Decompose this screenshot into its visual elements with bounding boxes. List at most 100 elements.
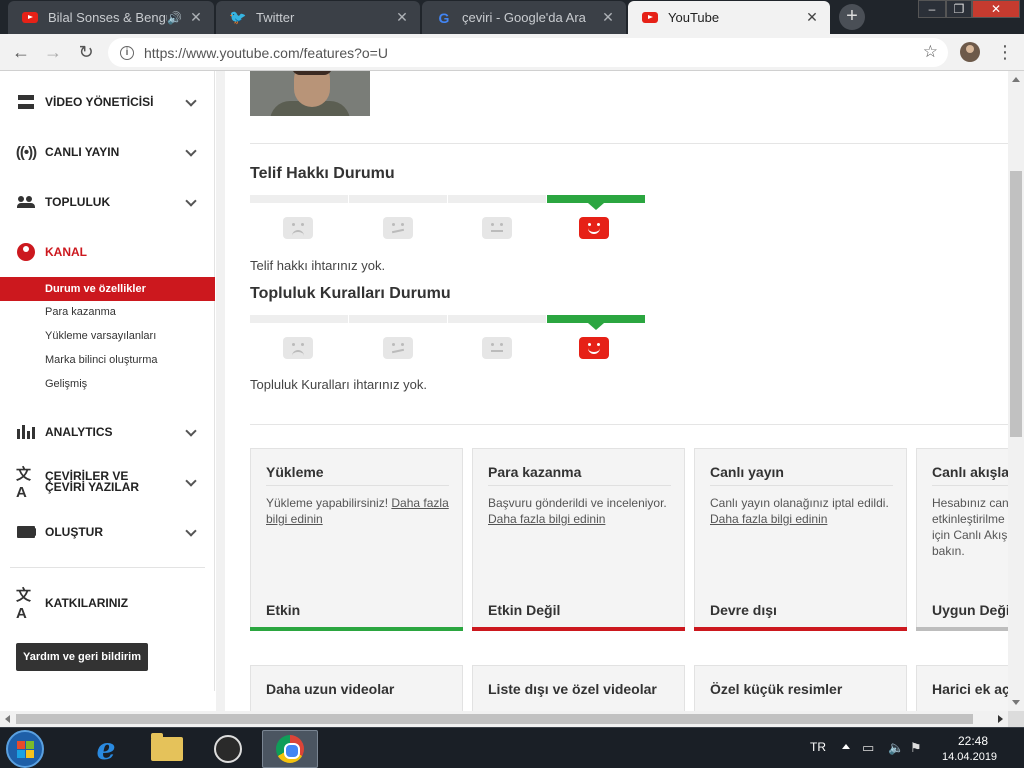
scrollbar-corner — [1008, 711, 1024, 727]
card-title: Liste dışı ve özel videolar — [488, 681, 657, 697]
close-tab-icon[interactable]: ✕ — [394, 9, 410, 26]
status-panel: Telif Hakkı Durumu Telif hakkı ihtarınız… — [225, 71, 1008, 711]
card-status: Etkin — [266, 602, 301, 618]
scroll-thumb[interactable] — [16, 714, 973, 724]
happy-face-icon — [579, 337, 609, 359]
feature-card-custom-thumbnails: Özel küçük resimler — [694, 665, 907, 711]
sidebar-item-analytics[interactable]: ANALYTICS — [0, 412, 215, 452]
scroll-up-icon[interactable] — [1012, 77, 1020, 82]
tab-youtube[interactable]: YouTube ✕ — [628, 1, 830, 34]
tab-title: Twitter — [256, 10, 295, 25]
sidebar-item-translations[interactable]: 文A ÇEVİRİLER VE ÇEVİRİ YAZILAR — [0, 462, 215, 502]
speaker-icon[interactable]: 🔊 — [167, 11, 182, 25]
neutral-face-icon — [383, 337, 413, 359]
learn-more-link[interactable]: Daha fazla bilgi edinin — [488, 512, 605, 526]
sidebar-item-label: OLUŞTUR — [45, 524, 103, 539]
profile-avatar[interactable] — [960, 42, 980, 62]
browser-tab-strip: Bilal Sonses & Bengü 🔊 ✕ 🐦 Twitter ✕ G ç… — [0, 0, 1024, 34]
scroll-right-icon[interactable] — [998, 715, 1003, 723]
flag-icon[interactable]: ⚑ — [910, 740, 922, 756]
restore-window-button[interactable]: ❐ — [946, 0, 972, 18]
meter-segment — [250, 195, 348, 203]
browser-menu-icon[interactable]: ⋮ — [996, 42, 1014, 62]
sidebar-item-channel[interactable]: KANAL — [0, 232, 215, 272]
sidebar-item-live[interactable]: ((•)) CANLI YAYIN — [0, 132, 215, 172]
chevron-down-icon[interactable] — [185, 476, 197, 488]
chrome-icon[interactable] — [262, 730, 318, 768]
horizontal-scrollbar[interactable] — [0, 711, 1008, 727]
chevron-down-icon[interactable] — [185, 146, 197, 158]
chevron-down-icon[interactable] — [185, 526, 197, 538]
bookmark-star-icon[interactable]: ☆ — [923, 42, 938, 62]
vertical-scrollbar[interactable] — [1008, 71, 1024, 711]
forward-icon[interactable]: → — [41, 41, 65, 65]
card-status-bar — [694, 627, 907, 631]
language-indicator[interactable]: TR — [810, 740, 826, 754]
scroll-down-icon[interactable] — [1012, 700, 1020, 705]
url-text: https://www.youtube.com/features?o=U — [144, 44, 388, 61]
sad-face-icon — [283, 337, 313, 359]
file-explorer-icon[interactable] — [139, 730, 195, 768]
live-icon: ((•)) — [15, 143, 37, 161]
close-tab-icon[interactable]: ✕ — [804, 9, 820, 26]
close-tab-icon[interactable]: ✕ — [600, 9, 616, 26]
learn-more-link[interactable]: Daha fazla bilgi edinin — [710, 512, 827, 526]
back-icon[interactable]: ← — [9, 41, 33, 65]
card-title: Yükleme — [266, 464, 324, 480]
clock-time[interactable]: 22:48 — [958, 734, 988, 748]
scroll-left-icon[interactable] — [5, 715, 10, 723]
minimize-window-button[interactable]: – — [918, 0, 946, 18]
volume-icon[interactable]: 🔈 — [888, 740, 904, 756]
scroll-thumb[interactable] — [1010, 171, 1022, 437]
show-hidden-icons-icon[interactable] — [842, 744, 850, 749]
tab-bilal-sonses[interactable]: Bilal Sonses & Bengü 🔊 ✕ — [8, 1, 214, 34]
meter-segment-active — [547, 315, 645, 330]
obs-icon[interactable] — [200, 730, 256, 768]
clock-date[interactable]: 14.04.2019 — [942, 751, 997, 763]
sidebar-subitem-advanced[interactable]: Gelişmiş — [0, 372, 215, 396]
chevron-down-icon[interactable] — [185, 96, 197, 108]
sidebar-subitem-status[interactable]: Durum ve özellikler — [0, 277, 215, 301]
card-title: Daha uzun videolar — [266, 681, 395, 697]
close-tab-icon[interactable]: ✕ — [188, 9, 204, 26]
sidebar-subitem-upload-defaults[interactable]: Yükleme varsayılanları — [0, 324, 215, 348]
sidebar-item-contributions[interactable]: 文A KATKILARINIZ — [0, 583, 215, 623]
sidebar-item-create[interactable]: OLUŞTUR — [0, 512, 215, 552]
card-text: Yükleme yapabilirsiniz! Daha fazla bilgi… — [266, 496, 449, 526]
info-icon[interactable]: i — [120, 45, 134, 60]
card-status: Devre dışı — [710, 602, 777, 618]
card-status: Etkin Değil — [488, 602, 561, 618]
close-window-button[interactable]: ✕ — [972, 0, 1020, 18]
sidebar-item-video-manager[interactable]: VİDEO YÖNETİCİSİ — [0, 82, 215, 122]
tab-twitter[interactable]: 🐦 Twitter ✕ — [216, 1, 420, 34]
chevron-down-icon[interactable] — [185, 196, 197, 208]
translate-icon: 文A — [16, 466, 32, 501]
divider — [250, 143, 1008, 144]
account-icon — [16, 242, 36, 262]
community-note: Topluluk Kuralları ihtarınız yok. — [250, 377, 428, 392]
google-icon: G — [438, 9, 450, 26]
action-center-icon[interactable]: ▭ — [862, 740, 874, 756]
sidebar-item-community[interactable]: TOPLULUK — [0, 182, 215, 222]
neutral-face-icon — [482, 337, 512, 359]
community-status-meter — [250, 315, 646, 363]
internet-explorer-icon[interactable]: e — [78, 730, 134, 768]
card-status: Uygun Değil — [932, 602, 1008, 618]
sidebar-item-label: VİDEO YÖNETİCİSİ — [45, 94, 154, 109]
chevron-down-icon[interactable] — [185, 426, 197, 438]
copyright-note: Telif hakkı ihtarınız yok. — [250, 258, 386, 273]
new-tab-button[interactable]: + — [839, 4, 865, 30]
url-bar[interactable]: i https://www.youtube.com/features?o=U ☆ — [108, 38, 948, 67]
meter-segment — [349, 195, 447, 203]
sidebar-subitem-monetization[interactable]: Para kazanma — [0, 300, 215, 324]
feature-card-unlisted-private: Liste dışı ve özel videolar — [472, 665, 685, 711]
card-status-bar — [916, 627, 1008, 631]
sad-face-icon — [283, 217, 313, 239]
reload-icon[interactable]: ↻ — [74, 41, 98, 65]
tab-google-search[interactable]: G çeviri - Google'da Ara ✕ — [422, 1, 626, 34]
community-status-title: Topluluk Kuralları Durumu — [250, 285, 451, 302]
meter-segment — [448, 195, 546, 203]
start-button[interactable] — [6, 730, 44, 768]
sidebar-subitem-branding[interactable]: Marka bilinci oluşturma — [0, 348, 215, 372]
help-feedback-button[interactable]: Yardım ve geri bildirim — [16, 643, 148, 671]
